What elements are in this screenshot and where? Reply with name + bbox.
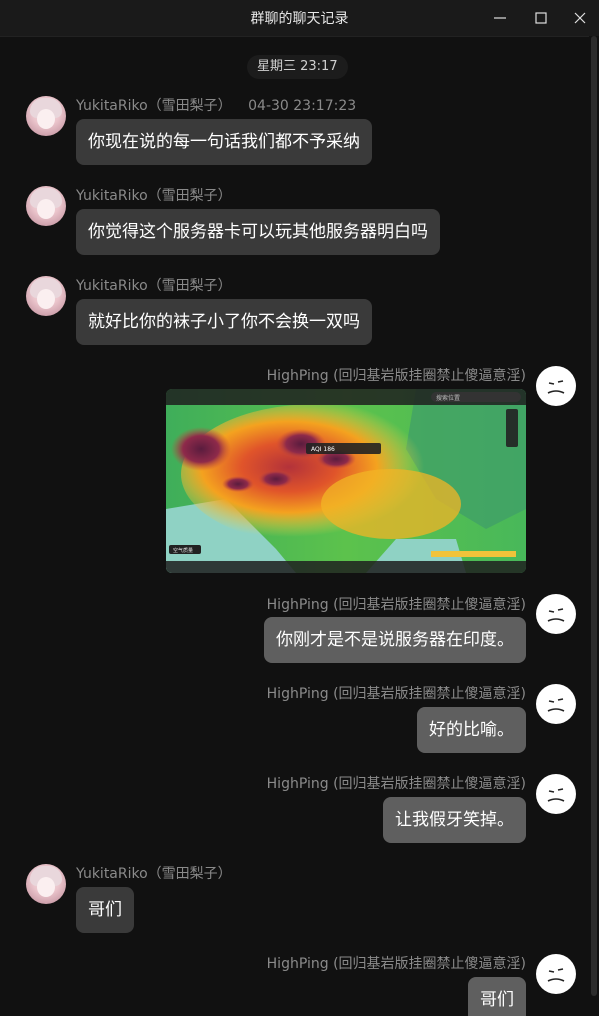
- face-icon: [547, 380, 565, 394]
- svg-text:搜索位置: 搜索位置: [436, 394, 460, 402]
- message-bubble[interactable]: 就好比你的袜子小了你不会换一双吗: [76, 299, 372, 345]
- svg-text:空气质量: 空气质量: [173, 547, 193, 554]
- face-icon: [547, 608, 565, 622]
- map-image: 搜索位置 AQI 186 空气质量: [166, 389, 526, 573]
- face-icon: [547, 788, 565, 802]
- message-bubble[interactable]: 你刚才是不是说服务器在印度。: [264, 617, 526, 663]
- avatar[interactable]: [536, 774, 576, 814]
- chat-history-window: 群聊的聊天记录 星期三 23:17 YukitaRiko（雪田梨子） 04-30…: [0, 0, 599, 1016]
- message-bubble[interactable]: 让我假牙笑掉。: [383, 797, 526, 843]
- time-divider: 星期三 23:17: [247, 55, 348, 79]
- message-bubble[interactable]: 哥们: [468, 977, 526, 1016]
- window-title: 群聊的聊天记录: [250, 11, 349, 27]
- sender-name: HighPing (回归基岩版挂圈禁止傻逼意淫): [266, 776, 526, 792]
- avatar[interactable]: [26, 186, 66, 226]
- avatar[interactable]: [536, 954, 576, 994]
- minimize-icon: [494, 17, 506, 19]
- minimize-button[interactable]: [480, 0, 520, 36]
- message-timestamp: 04-30 23:17:23: [248, 98, 357, 114]
- scrollbar[interactable]: [589, 36, 599, 1016]
- maximize-button[interactable]: [521, 0, 561, 36]
- avatar[interactable]: [536, 594, 576, 634]
- title-bar: 群聊的聊天记录: [0, 0, 599, 37]
- sender-name: HighPing (回归基岩版挂圈禁止傻逼意淫): [266, 956, 526, 972]
- message-bubble[interactable]: 你觉得这个服务器卡可以玩其他服务器明白吗: [76, 209, 440, 255]
- avatar[interactable]: [26, 276, 66, 316]
- scrollbar-thumb[interactable]: [591, 36, 597, 996]
- face-icon: [547, 698, 565, 712]
- message-bubble[interactable]: 好的比喻。: [417, 707, 526, 753]
- svg-text:AQI 186: AQI 186: [311, 446, 335, 453]
- sender-name: HighPing (回归基岩版挂圈禁止傻逼意淫): [266, 597, 526, 613]
- avatar[interactable]: [536, 684, 576, 724]
- close-button[interactable]: [560, 0, 599, 36]
- face-icon: [547, 968, 565, 982]
- image-message[interactable]: 搜索位置 AQI 186 空气质量: [166, 389, 526, 573]
- sender-name: YukitaRiko（雪田梨子）: [76, 278, 232, 294]
- sender-name: HighPing (回归基岩版挂圈禁止傻逼意淫): [266, 686, 526, 702]
- sender-name: YukitaRiko（雪田梨子） 04-30 23:17:23: [76, 98, 357, 114]
- avatar[interactable]: [536, 366, 576, 406]
- message-bubble[interactable]: 哥们: [76, 887, 134, 933]
- sender-name: YukitaRiko（雪田梨子）: [76, 866, 232, 882]
- maximize-icon: [535, 12, 547, 24]
- sender-name: YukitaRiko（雪田梨子）: [76, 188, 232, 204]
- message-bubble[interactable]: 你现在说的每一句话我们都不予采纳: [76, 119, 372, 165]
- sender-name: HighPing (回归基岩版挂圈禁止傻逼意淫): [266, 368, 526, 384]
- avatar[interactable]: [26, 96, 66, 136]
- close-icon: [574, 12, 586, 24]
- avatar[interactable]: [26, 864, 66, 904]
